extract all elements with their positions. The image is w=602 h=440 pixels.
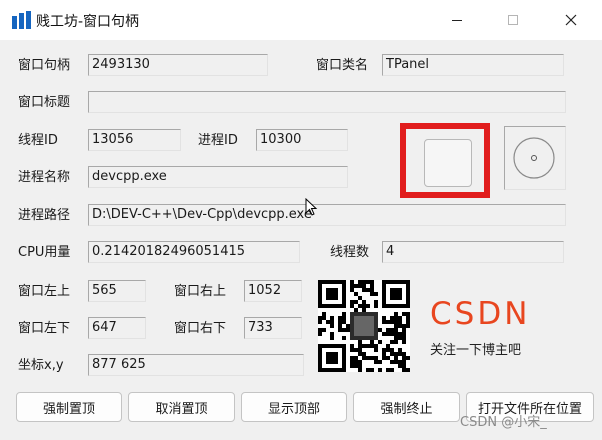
- title-bar[interactable]: 贱工坊-窗口句柄: [0, 0, 602, 40]
- watermark-text: CSDN @小宋_: [460, 415, 547, 430]
- process-name-field[interactable]: devcpp.exe: [88, 166, 348, 188]
- main-window: 贱工坊-窗口句柄 窗口句柄 2493130 窗口类名 TPanel 窗口标题 线…: [0, 0, 602, 440]
- thread-count-label: 线程数: [330, 245, 370, 260]
- class-name-label: 窗口类名: [316, 58, 369, 73]
- window-picker-button[interactable]: [424, 139, 472, 187]
- maximize-icon: [508, 15, 518, 25]
- thread-id-label: 线程ID: [18, 133, 58, 148]
- highlight-frame: [400, 123, 490, 198]
- process-path-field[interactable]: D:\DEV-C++\Dev-Cpp\devcpp.exe: [88, 204, 566, 226]
- coords-label: 坐标x,y: [18, 358, 64, 373]
- minimize-icon: [452, 20, 462, 21]
- left-top-field[interactable]: 565: [88, 280, 146, 302]
- right-top-field[interactable]: 1052: [244, 280, 302, 302]
- crosshair-target-icon: [513, 137, 555, 179]
- cpu-usage-field[interactable]: 0.21420182496051415: [88, 241, 300, 263]
- window-title: 贱工坊-窗口句柄: [36, 14, 140, 30]
- process-id-field[interactable]: 10300: [256, 129, 348, 151]
- class-name-field[interactable]: TPanel: [382, 54, 564, 76]
- left-bottom-label: 窗口左下: [18, 321, 71, 336]
- force-top-button[interactable]: 强制置顶: [16, 392, 122, 422]
- show-top-button[interactable]: 显示顶部: [241, 392, 347, 422]
- mouse-cursor-icon: [305, 198, 318, 216]
- coords-field[interactable]: 877 625: [88, 354, 304, 376]
- window-title-label: 窗口标题: [18, 95, 71, 110]
- thread-count-field[interactable]: 4: [382, 241, 564, 263]
- cpu-usage-label: CPU用量: [18, 245, 71, 260]
- qr-code-image: [318, 280, 410, 372]
- minimize-button[interactable]: [434, 0, 480, 40]
- process-name-label: 进程名称: [18, 170, 71, 185]
- window-title-field[interactable]: [88, 91, 566, 113]
- maximize-button[interactable]: [490, 0, 536, 40]
- follow-prompt: 关注一下博主吧: [430, 343, 522, 358]
- cancel-top-button[interactable]: 取消置顶: [128, 392, 235, 422]
- left-bottom-field[interactable]: 647: [88, 317, 146, 339]
- target-finder[interactable]: [504, 126, 566, 190]
- process-path-label: 进程路径: [18, 208, 71, 223]
- close-icon: [565, 14, 577, 26]
- process-id-label: 进程ID: [198, 133, 238, 148]
- close-button[interactable]: [548, 0, 594, 40]
- thread-id-field[interactable]: 13056: [88, 129, 181, 151]
- csdn-logo: CSDN: [430, 284, 531, 335]
- handle-label: 窗口句柄: [18, 58, 71, 73]
- right-bottom-field[interactable]: 733: [244, 317, 302, 339]
- force-terminate-button[interactable]: 强制终止: [353, 392, 460, 422]
- right-bottom-label: 窗口右下: [174, 321, 227, 336]
- left-top-label: 窗口左上: [18, 284, 71, 299]
- right-top-label: 窗口右上: [174, 284, 227, 299]
- handle-field[interactable]: 2493130: [88, 54, 268, 76]
- app-logo-icon: [12, 11, 31, 29]
